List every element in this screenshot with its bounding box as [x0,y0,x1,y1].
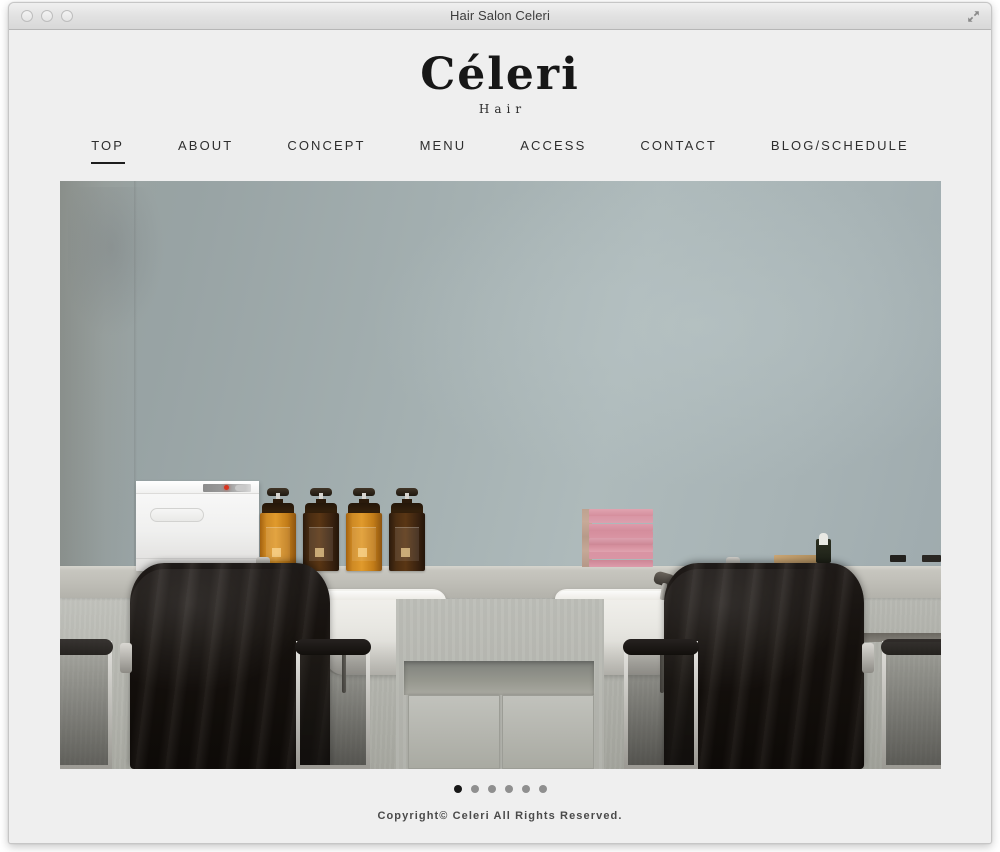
main-navigation: TOP ABOUT CONCEPT MENU ACCESS CONTACT BLOG/SCH… [9,137,991,165]
shelf-small-object-b [921,555,941,563]
site-logo[interactable]: Céleri [9,51,991,98]
nav-item-label: ACCESS [520,138,587,154]
cabinet-niche [403,661,594,696]
slider-dot-4[interactable] [504,785,513,794]
nav-item-about[interactable]: ABOUT [151,137,260,154]
cabinet-door-left [407,695,500,770]
warmer-button [234,485,246,492]
nav-item-contact[interactable]: CONTACT [613,137,744,154]
towel-3 [588,523,653,531]
hero-slider[interactable] [59,181,941,770]
nav-item-blog-schedule[interactable]: BLOG/SCHEDULE [744,137,936,154]
slider-dot-3[interactable] [487,785,496,794]
chair-armrest-pad [294,639,371,656]
site-logo-subtitle: Hair [478,102,527,117]
chair-armrest-pad [880,639,941,656]
chair-armrest [622,639,699,770]
window-title: Hair Salon Celeri [450,8,550,23]
towel-2 [588,516,653,524]
bottle-label-mark [400,548,410,558]
center-cabinet [395,599,604,770]
chair-armrest-far [59,639,113,770]
chair-hinge [861,643,874,674]
towel-4 [588,530,653,538]
pump-bottle-4 [388,488,425,572]
browser-window: Hair Salon Celeri Céleri Hair TOP ABOUT CO… [8,2,992,844]
window-titlebar: Hair Salon Celeri [9,3,991,30]
hero-slide-1 [59,181,941,770]
shampoo-chair-left [59,551,371,770]
site-header: Céleri Hair [9,30,991,116]
slider-pagination [9,785,991,794]
nav-item-menu[interactable]: MENU [393,137,494,154]
chair-armrest [294,639,371,770]
nav-item-top[interactable]: TOP [64,137,151,165]
slider-dot-6[interactable] [538,785,547,794]
slider-dot-1[interactable] [453,785,462,794]
nav-item-label: TOP [91,138,125,154]
chair-armrest-pad [622,639,699,656]
nav-item-access[interactable]: ACCESS [493,137,613,154]
chair-armrest-far [880,639,941,770]
slider-dot-5[interactable] [521,785,530,794]
page-content: Céleri Hair TOP ABOUT CONCEPT MENU ACCESS CON… [9,30,991,843]
shelf-bottle-label [818,533,828,546]
nav-item-label: CONCEPT [287,138,366,154]
slider-dot-2[interactable] [470,785,479,794]
footer-copyright: Copyright© Celeri All Rights Reserved. [377,810,623,823]
chair-hinge [119,643,132,674]
nav-item-concept[interactable]: CONCEPT [260,137,392,154]
nav-item-label: MENU [419,138,467,154]
chair-armrest-pad [59,639,113,656]
warmer-door-handle [149,508,204,523]
cabinet-door-right [501,695,594,770]
nav-item-label: ABOUT [178,138,234,154]
shampoo-chair-right [622,551,941,770]
nav-item-label: BLOG/SCHEDULE [770,138,909,154]
nav-active-underline [90,162,125,165]
towel-5 [588,537,653,545]
warmer-indicator-light [223,485,229,491]
fullscreen-arrows-icon[interactable] [965,8,982,25]
wall-smudge [67,187,164,338]
towel-1 [588,509,653,517]
nav-item-label: CONTACT [640,138,717,154]
